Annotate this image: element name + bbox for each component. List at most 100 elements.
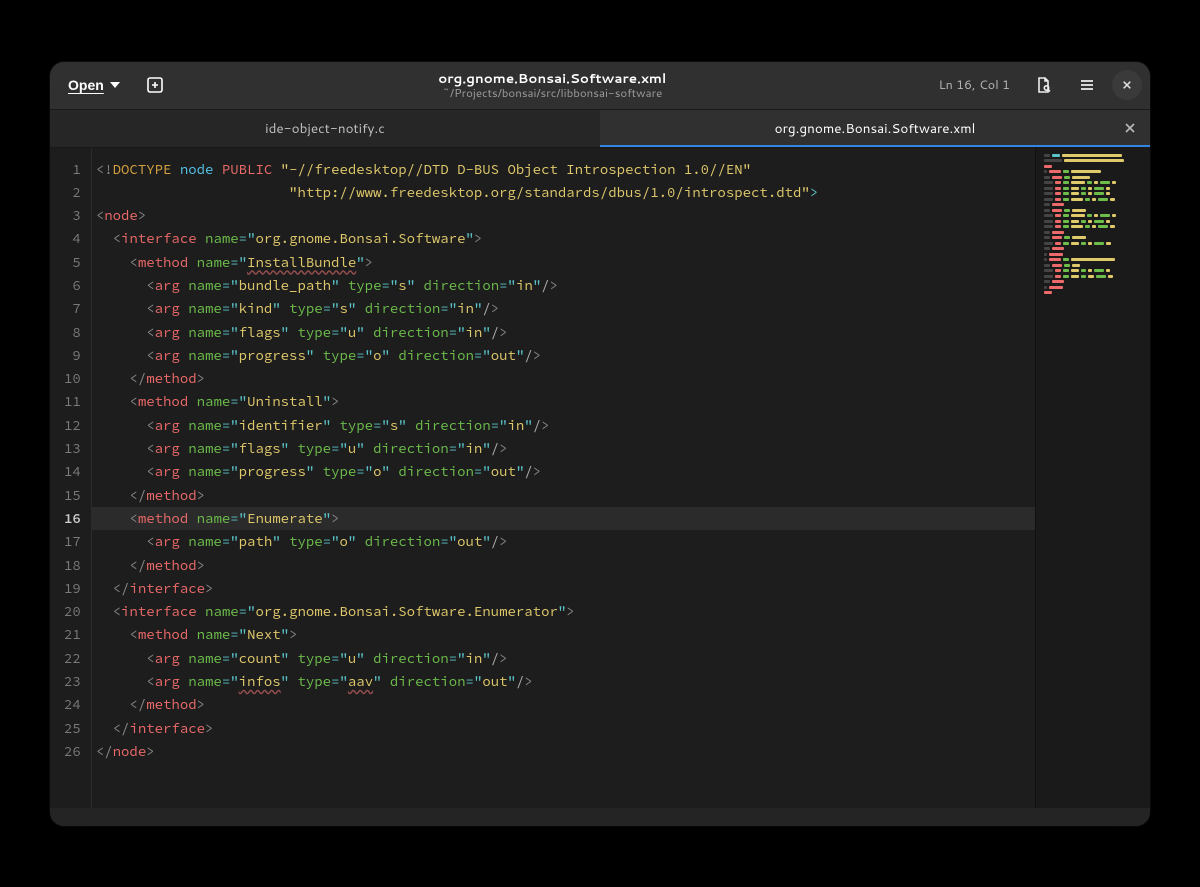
minimap-line — [1044, 275, 1142, 278]
minimap-line — [1044, 170, 1142, 173]
minimap-line — [1044, 280, 1142, 283]
line-number: 18 — [64, 554, 81, 577]
code-line[interactable]: <node> — [92, 204, 1035, 227]
code-line[interactable]: </method> — [92, 367, 1035, 390]
minimap-line — [1044, 192, 1142, 195]
code-line[interactable]: <method name="Uninstall"> — [92, 390, 1035, 413]
line-number: 17 — [64, 530, 81, 553]
line-number: 13 — [64, 437, 81, 460]
code-line[interactable]: <arg name="infos" type="aav" direction="… — [92, 670, 1035, 693]
line-number: 21 — [64, 623, 81, 646]
code-line[interactable]: <arg name="flags" type="u" direction="in… — [92, 437, 1035, 460]
minimap-line — [1044, 269, 1142, 272]
code-line[interactable]: <arg name="progress" type="o" direction=… — [92, 460, 1035, 483]
open-button[interactable]: Open — [58, 68, 130, 102]
code-line[interactable]: <interface name="org.gnome.Bonsai.Softwa… — [92, 600, 1035, 623]
minimap-line — [1044, 291, 1142, 294]
tab-label: ide-object-notify.c — [265, 119, 385, 138]
line-number: 16 — [64, 507, 81, 530]
minimap-line — [1044, 242, 1142, 245]
line-number: 14 — [64, 460, 81, 483]
line-number: 9 — [64, 344, 81, 367]
code-line[interactable]: </node> — [92, 740, 1035, 763]
line-number: 6 — [64, 274, 81, 297]
line-number: 15 — [64, 484, 81, 507]
code-line[interactable]: <arg name="flags" type="u" direction="in… — [92, 321, 1035, 344]
tab-close-button[interactable] — [1120, 118, 1140, 138]
line-number: 8 — [64, 321, 81, 344]
window-close-button[interactable] — [1112, 70, 1142, 100]
minimap-line — [1044, 187, 1142, 190]
code-line[interactable]: <method name="Next"> — [92, 623, 1035, 646]
editor-area: 1234567891011121314151617181920212223242… — [50, 148, 1150, 808]
line-number: 20 — [64, 600, 81, 623]
line-number: 19 — [64, 577, 81, 600]
minimap-line — [1044, 203, 1142, 206]
line-number: 11 — [64, 390, 81, 413]
code-line[interactable]: <arg name="count" type="u" direction="in… — [92, 647, 1035, 670]
code-line[interactable]: "http://www.freedesktop.org/standards/db… — [92, 181, 1035, 204]
code-line[interactable]: <!DOCTYPE node PUBLIC "-//freedesktop//D… — [92, 158, 1035, 181]
minimap-line — [1044, 247, 1142, 250]
minimap-line — [1044, 198, 1142, 201]
close-icon — [1122, 79, 1132, 91]
editor-window: Open org.gnome.Bonsai.Software.xml ~/Pro… — [50, 62, 1150, 826]
document-icon — [1034, 76, 1052, 94]
line-number-gutter: 1234567891011121314151617181920212223242… — [50, 148, 92, 808]
code-line[interactable]: <arg name="path" type="o" direction="out… — [92, 530, 1035, 553]
minimap-line — [1044, 165, 1142, 168]
window-footer — [50, 808, 1150, 826]
minimap[interactable] — [1035, 148, 1150, 808]
code-line[interactable]: </interface> — [92, 717, 1035, 740]
close-icon — [1125, 123, 1135, 133]
line-number: 22 — [64, 647, 81, 670]
minimap-line — [1044, 176, 1142, 179]
code-line[interactable]: <arg name="bundle_path" type="s" directi… — [92, 274, 1035, 297]
minimap-line — [1044, 181, 1142, 184]
line-number: 25 — [64, 717, 81, 740]
minimap-line — [1044, 264, 1142, 267]
code-line[interactable]: <interface name="org.gnome.Bonsai.Softwa… — [92, 227, 1035, 250]
cursor-position: Ln 16, Col 1 — [931, 76, 1018, 94]
code-line[interactable]: </interface> — [92, 577, 1035, 600]
tab-0[interactable]: ide-object-notify.c — [50, 110, 600, 147]
code-line[interactable]: </method> — [92, 693, 1035, 716]
chevron-down-icon — [110, 82, 120, 88]
minimap-line — [1044, 220, 1142, 223]
minimap-line — [1044, 225, 1142, 228]
code-line[interactable]: </method> — [92, 554, 1035, 577]
line-number: 10 — [64, 367, 81, 390]
window-subtitle: ~/Projects/bonsai/src/libbonsai-software — [178, 86, 927, 99]
tabbar: ide-object-notify.c org.gnome.Bonsai.Soft… — [50, 110, 1150, 148]
minimap-line — [1044, 231, 1142, 234]
code-line[interactable]: </method> — [92, 484, 1035, 507]
code-line[interactable]: <method name="InstallBundle"> — [92, 251, 1035, 274]
line-number: 4 — [64, 227, 81, 250]
code-line[interactable]: <arg name="identifier" type="s" directio… — [92, 414, 1035, 437]
line-number: 12 — [64, 414, 81, 437]
text-editor[interactable]: 1234567891011121314151617181920212223242… — [50, 148, 1035, 808]
code-line[interactable]: <method name="Enumerate"> — [92, 507, 1035, 530]
minimap-line — [1044, 214, 1142, 217]
hamburger-icon — [1078, 76, 1096, 94]
code-line[interactable]: <arg name="kind" type="s" direction="in"… — [92, 297, 1035, 320]
new-tab-button[interactable] — [136, 68, 174, 102]
line-number: 1 — [64, 158, 81, 181]
line-number: 23 — [64, 670, 81, 693]
code-line[interactable]: <arg name="progress" type="o" direction=… — [92, 344, 1035, 367]
open-button-label: Open — [68, 77, 104, 93]
tab-label: org.gnome.Bonsai.Software.xml — [775, 119, 976, 138]
minimap-line — [1044, 286, 1142, 289]
line-number: 26 — [64, 740, 81, 763]
plus-box-icon — [146, 76, 164, 94]
code-view[interactable]: <!DOCTYPE node PUBLIC "-//freedesktop//D… — [92, 148, 1035, 808]
minimap-line — [1044, 258, 1142, 261]
minimap-line — [1044, 159, 1142, 162]
tab-1[interactable]: org.gnome.Bonsai.Software.xml — [600, 110, 1150, 147]
line-number: 7 — [64, 297, 81, 320]
line-number: 5 — [64, 251, 81, 274]
hamburger-menu-button[interactable] — [1068, 68, 1106, 102]
line-number: 3 — [64, 204, 81, 227]
document-properties-button[interactable] — [1024, 68, 1062, 102]
line-number: 2 — [64, 181, 81, 204]
